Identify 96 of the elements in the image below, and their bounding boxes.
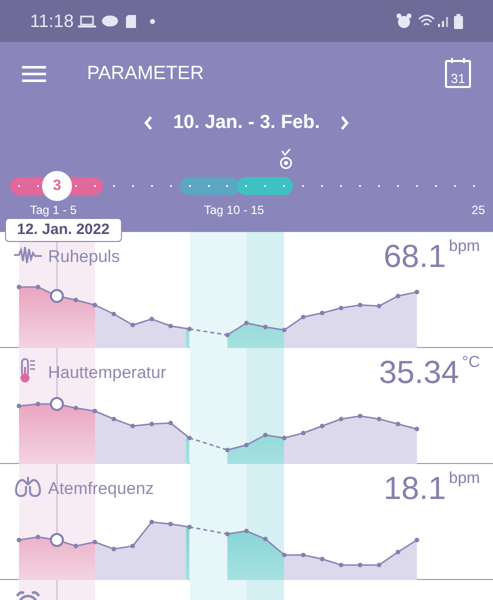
data-point bbox=[112, 546, 116, 552]
selected-point[interactable] bbox=[50, 289, 64, 303]
parameter-name: Ruhepuls bbox=[48, 246, 120, 268]
data-point bbox=[74, 544, 78, 548]
data-point bbox=[130, 424, 135, 428]
data-point bbox=[301, 552, 306, 558]
data-point bbox=[92, 302, 98, 308]
data-point bbox=[358, 302, 362, 308]
data-point bbox=[376, 416, 382, 422]
data-point bbox=[396, 422, 400, 426]
data-point bbox=[36, 284, 40, 290]
data-point bbox=[244, 320, 249, 326]
data-point bbox=[74, 406, 78, 410]
data-point bbox=[225, 448, 230, 452]
unit-label: bpm bbox=[448, 238, 480, 256]
signal-icon bbox=[438, 15, 450, 27]
parameter-value: 35.34 bbox=[378, 354, 460, 390]
data-point bbox=[376, 562, 382, 568]
data-point bbox=[301, 430, 306, 436]
data-point bbox=[149, 316, 154, 322]
thermometer-icon bbox=[19, 358, 37, 384]
day-label: Tag 1 - 5 bbox=[30, 202, 77, 219]
date-range: 10. Jan. - 3. Feb. bbox=[173, 110, 320, 135]
data-point bbox=[92, 540, 98, 544]
data-point bbox=[396, 294, 400, 298]
data-point bbox=[225, 532, 230, 536]
selected-point[interactable] bbox=[50, 533, 64, 547]
data-point bbox=[130, 322, 135, 328]
data-point bbox=[282, 328, 287, 332]
data-point bbox=[130, 544, 135, 548]
data-point bbox=[282, 552, 287, 558]
chevron-right-icon[interactable] bbox=[340, 115, 350, 131]
chevron-left-icon[interactable] bbox=[143, 115, 154, 131]
data-point bbox=[244, 442, 249, 448]
data-point bbox=[376, 304, 382, 308]
data-point bbox=[168, 420, 173, 426]
data-point bbox=[414, 538, 420, 542]
gap-line bbox=[189, 328, 228, 336]
cloud-icon bbox=[102, 15, 118, 27]
date-tag: 12. Jan. 2022 bbox=[5, 218, 122, 242]
selected-point[interactable] bbox=[50, 397, 64, 411]
data-point bbox=[168, 324, 173, 328]
day-label: Tag 10 - 15 bbox=[204, 202, 264, 219]
data-point bbox=[16, 538, 22, 542]
unit-label: °C bbox=[462, 354, 480, 372]
data-point bbox=[414, 290, 420, 294]
data-point bbox=[36, 534, 40, 540]
data-point bbox=[320, 424, 324, 428]
unit-label: bpm bbox=[448, 470, 480, 488]
data-point bbox=[74, 298, 78, 302]
data-point bbox=[92, 408, 98, 414]
lungs-icon bbox=[14, 476, 42, 498]
parameter-value: 18.1 bbox=[384, 470, 446, 506]
page-title: PARAMETER bbox=[87, 62, 204, 86]
selected-day[interactable]: 3 bbox=[42, 171, 72, 201]
data-point bbox=[263, 536, 268, 542]
data-point bbox=[112, 416, 116, 422]
data-point bbox=[112, 312, 116, 316]
data-point bbox=[358, 562, 362, 568]
data-point bbox=[320, 556, 324, 562]
sd-card-icon bbox=[126, 14, 136, 28]
data-point bbox=[168, 522, 173, 526]
dot-icon bbox=[150, 18, 155, 24]
data-point bbox=[225, 332, 230, 338]
heartbeat-icon bbox=[13, 246, 43, 264]
data-point bbox=[187, 524, 192, 530]
data-point bbox=[244, 528, 249, 534]
data-point bbox=[358, 414, 362, 418]
data-point bbox=[282, 436, 287, 440]
data-point bbox=[320, 310, 324, 316]
ovulation-icon bbox=[279, 148, 293, 170]
gap-line bbox=[189, 437, 228, 451]
data-point bbox=[16, 404, 22, 408]
data-point bbox=[301, 314, 306, 320]
data-point bbox=[338, 306, 344, 310]
parameter-value: 68.1 bbox=[384, 238, 446, 274]
data-point bbox=[149, 520, 154, 524]
day-label: 25 bbox=[472, 202, 485, 219]
data-point bbox=[187, 436, 192, 440]
calendar-button[interactable]: 31 bbox=[445, 60, 471, 88]
data-point bbox=[263, 324, 268, 330]
data-point bbox=[338, 562, 344, 568]
data-point bbox=[16, 284, 22, 290]
data-point bbox=[396, 550, 400, 554]
menu-icon[interactable] bbox=[22, 66, 46, 82]
data-point bbox=[338, 416, 344, 422]
gap-line bbox=[189, 526, 228, 535]
wifi-icon bbox=[418, 14, 435, 28]
status-time: 11:18 bbox=[30, 10, 74, 32]
data-point bbox=[187, 326, 192, 332]
data-point bbox=[263, 432, 268, 438]
battery-icon bbox=[454, 14, 463, 28]
laptop-icon bbox=[78, 14, 96, 28]
data-point bbox=[414, 426, 420, 432]
data-point bbox=[36, 402, 40, 406]
data-point bbox=[149, 422, 154, 426]
